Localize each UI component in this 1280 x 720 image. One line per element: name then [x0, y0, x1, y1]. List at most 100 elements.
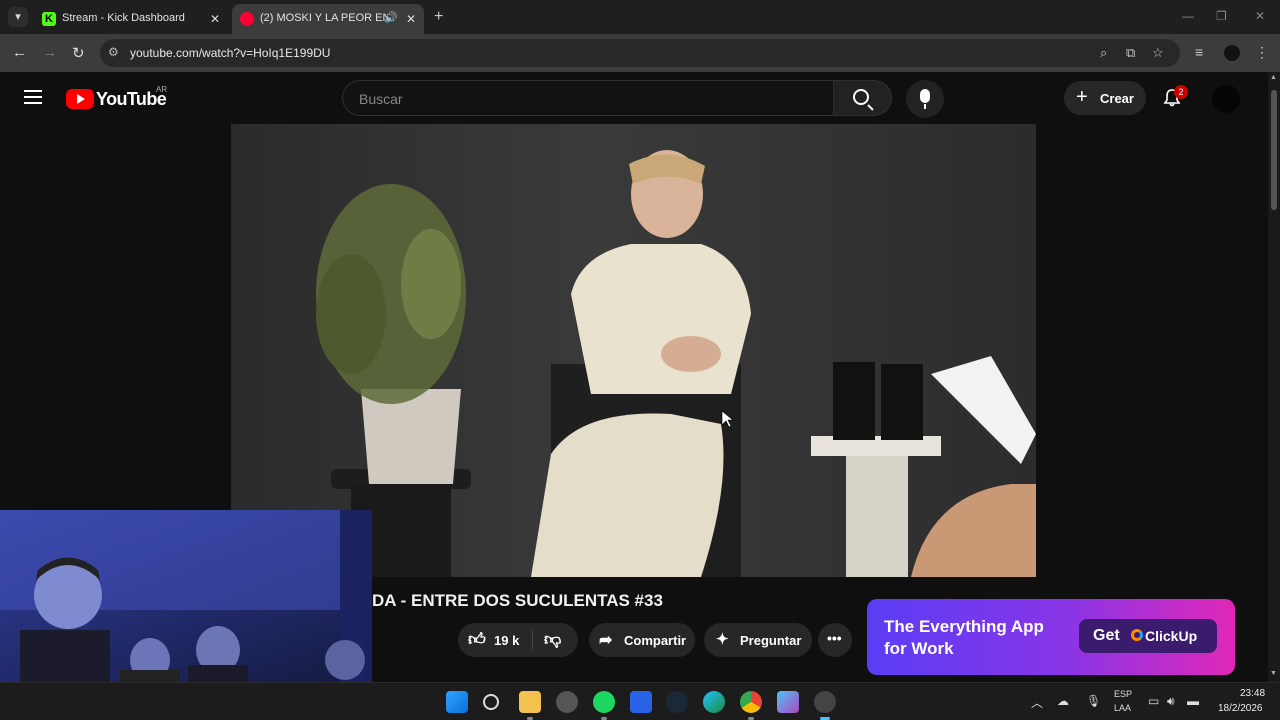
hamburger-menu-icon[interactable] — [24, 90, 42, 104]
thumbs-down-icon[interactable]: 👎︎ — [544, 629, 561, 650]
ask-label: Preguntar — [740, 633, 802, 648]
close-icon[interactable]: ✕ — [210, 12, 220, 26]
install-app-icon[interactable]: ⧉ — [1126, 45, 1135, 61]
profile-avatar[interactable] — [1224, 45, 1240, 61]
new-tab-button[interactable]: + — [434, 8, 443, 26]
thumbs-up-icon[interactable]: 👍︎ — [468, 629, 486, 650]
search-icon — [853, 89, 869, 105]
column — [846, 456, 908, 577]
windows-taskbar: ︿ ☁ 🎙︎ ESP LAA ▭ 🔊︎ ▬ 23:48 18/2/2026 — [0, 682, 1280, 720]
search-icon[interactable] — [483, 694, 499, 710]
tab-youtube-video[interactable]: (2) MOSKI Y LA PEOR ENTR 🔊 ✕ — [232, 4, 424, 34]
clock-date[interactable]: 18/2/2026 — [1218, 703, 1263, 714]
editor-icon[interactable] — [630, 691, 652, 713]
ad-subheadline: for Work — [884, 639, 954, 658]
spotify-icon[interactable] — [593, 691, 615, 713]
divider — [532, 629, 533, 651]
menu-kebab-icon[interactable]: ⋮ — [1255, 44, 1269, 61]
youtube-header: YouTube AR Buscar + Crear — [0, 72, 1268, 124]
window-close-icon[interactable]: ✕ — [1255, 9, 1265, 23]
host-arm — [911, 484, 1036, 577]
microphone-icon — [920, 89, 930, 109]
notification-count-badge: 2 — [1174, 85, 1188, 99]
share-button[interactable]: ➦ Compartir — [589, 623, 695, 657]
chrome-icon[interactable] — [740, 691, 762, 713]
close-icon[interactable]: ✕ — [406, 12, 416, 26]
ad-cta-label: Get — [1093, 627, 1120, 644]
video-title: DA - ENTRE DOS SUCULENTAS #33 — [372, 591, 663, 610]
bookmark-star-icon[interactable]: ☆ — [1152, 45, 1164, 61]
like-dislike-group: 👍︎ 19 k 👎︎ — [458, 623, 578, 657]
reload-icon[interactable]: ↻ — [72, 44, 85, 62]
search-button[interactable] — [834, 80, 892, 116]
battery-icon[interactable]: ▬ — [1187, 694, 1199, 708]
page-scrollbar[interactable]: ▲ ▼ — [1268, 72, 1280, 682]
chevron-up-icon[interactable]: ︿ — [1031, 694, 1043, 711]
clickup-logo-icon — [1131, 629, 1143, 641]
voice-search-button[interactable] — [906, 80, 944, 118]
windows-start-icon[interactable] — [446, 691, 468, 713]
more-horizontal-icon: ••• — [827, 630, 842, 646]
media-control-icon[interactable]: ≡ — [1195, 44, 1203, 60]
streamer-webcam-overlay — [0, 510, 372, 682]
minimize-icon[interactable]: — — [1182, 9, 1194, 23]
microphone-icon[interactable]: 🎙︎ — [1086, 694, 1101, 708]
country-code: AR — [156, 85, 168, 94]
language-code[interactable]: ESP — [1114, 689, 1132, 699]
person-4 — [325, 640, 365, 680]
cloud-icon[interactable]: ☁ — [1057, 694, 1069, 708]
browser-toolbar: ← → ↻ ⚙ youtube.com/watch?v=HoIq1E199DU … — [0, 34, 1280, 72]
scroll-down-icon[interactable]: ▼ — [1270, 670, 1277, 677]
clock-time[interactable]: 23:48 — [1240, 688, 1265, 699]
address-bar[interactable]: ⚙ youtube.com/watch?v=HoIq1E199DU ⌕ ⧉ ☆ — [100, 39, 1180, 67]
kick-icon: K — [42, 12, 56, 26]
browser-tab-bar: ▾ K Stream - Kick Dashboard ✕ (2) MOSKI … — [0, 0, 1280, 34]
back-icon[interactable]: ← — [12, 44, 27, 61]
active-app-icon[interactable] — [814, 691, 836, 713]
plus-icon: + — [1076, 86, 1088, 108]
url-text[interactable]: youtube.com/watch?v=HoIq1E199DU — [130, 46, 330, 60]
plant-pot — [361, 389, 461, 484]
account-avatar[interactable] — [1212, 85, 1240, 113]
speaker-icon[interactable]: 🔊 — [384, 11, 398, 24]
site-info-icon[interactable]: ⚙ — [108, 45, 119, 59]
keyboard-layout[interactable]: LAA — [1114, 703, 1131, 713]
ad-headline: The Everything App — [884, 617, 1044, 636]
search-input[interactable]: Buscar — [342, 80, 834, 116]
more-actions-button[interactable]: ••• — [818, 623, 852, 657]
maximize-icon[interactable]: ❐ — [1216, 9, 1227, 23]
obs-icon[interactable] — [556, 691, 578, 713]
cup-right — [881, 364, 923, 440]
scroll-thumb[interactable] — [1271, 90, 1277, 210]
scroll-up-icon[interactable]: ▲ — [1270, 74, 1277, 81]
volume-icon[interactable]: 🔊︎ — [1167, 694, 1175, 709]
ad-brand: ClickUp — [1145, 628, 1198, 644]
person-shirt — [571, 244, 751, 394]
edge-icon[interactable] — [703, 691, 725, 713]
zoom-icon[interactable]: ⌕ — [1100, 45, 1107, 61]
forward-icon[interactable]: → — [42, 44, 57, 61]
sparkle-icon: ✦ — [716, 631, 729, 648]
share-icon: ➦ — [599, 632, 613, 649]
ad-cta-button[interactable]: Get ClickUp — [1079, 619, 1217, 653]
webcam-frame — [0, 510, 372, 682]
youtube-icon — [240, 12, 254, 26]
file-explorer-icon[interactable] — [519, 691, 541, 713]
copilot-icon[interactable] — [777, 691, 799, 713]
network-icon[interactable]: ▭ — [1148, 694, 1159, 708]
ask-button[interactable]: ✦ Preguntar — [704, 623, 812, 657]
create-button[interactable]: + Crear — [1064, 81, 1146, 115]
clickup-ad-banner[interactable]: The Everything App for Work Get ClickUp — [867, 599, 1235, 675]
tab-search-button[interactable]: ▾ — [8, 7, 28, 27]
youtube-logo-icon[interactable] — [66, 89, 94, 109]
tab-title: (2) MOSKI Y LA PEOR ENTR — [260, 12, 390, 24]
share-label: Compartir — [624, 633, 687, 648]
steam-icon[interactable] — [666, 691, 688, 713]
tab-title: Stream - Kick Dashboard — [62, 12, 185, 24]
tab-kick-dashboard[interactable]: K Stream - Kick Dashboard ✕ — [34, 4, 228, 34]
paper-sheet — [931, 356, 1036, 464]
cup-left — [833, 362, 875, 440]
like-count[interactable]: 19 k — [494, 633, 519, 648]
create-label: Crear — [1100, 91, 1134, 106]
search-placeholder: Buscar — [359, 91, 403, 107]
